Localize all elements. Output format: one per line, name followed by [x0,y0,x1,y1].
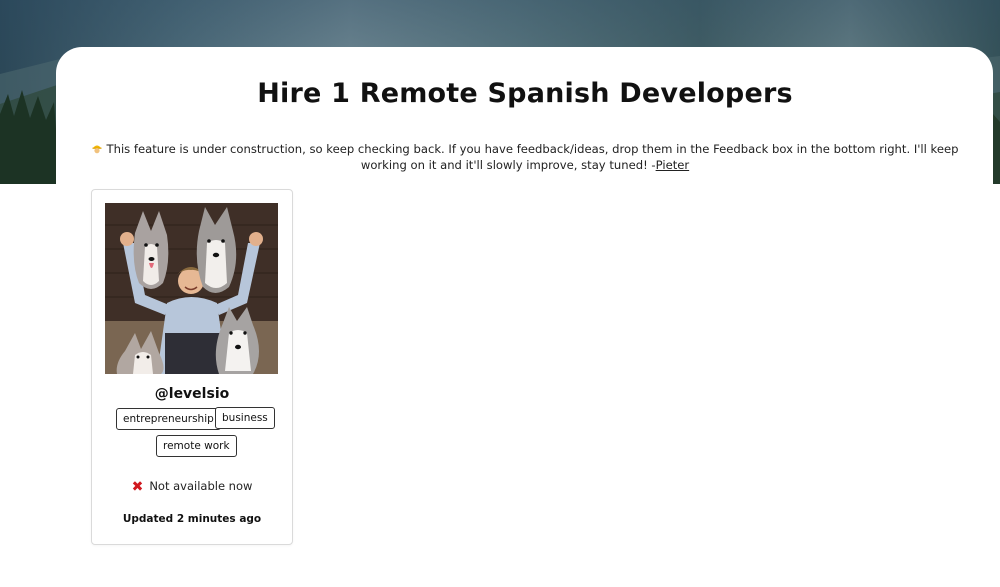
developer-card[interactable]: @levelsio entrepreneurship business remo… [91,189,293,545]
page-title: Hire 1 Remote Spanish Developers [257,78,793,109]
updated-timestamp: Updated 2 minutes ago [122,513,262,525]
construction-worker-icon [92,142,102,154]
construction-notice: This feature is under construction, so k… [82,141,968,173]
availability-text: Not available now [149,479,253,493]
tag-business[interactable]: business [215,407,275,429]
username: @levelsio [154,386,230,402]
availability-status: ✖ Not available now [92,479,292,495]
profile-photo [105,203,278,374]
pieter-link[interactable]: Pieter [656,158,690,172]
tag-entrepreneurship[interactable]: entrepreneurship [116,408,221,430]
tag-remote-work[interactable]: remote work [156,435,237,457]
red-x-icon: ✖ [131,479,144,495]
notice-text: This feature is under construction, so k… [106,142,959,172]
